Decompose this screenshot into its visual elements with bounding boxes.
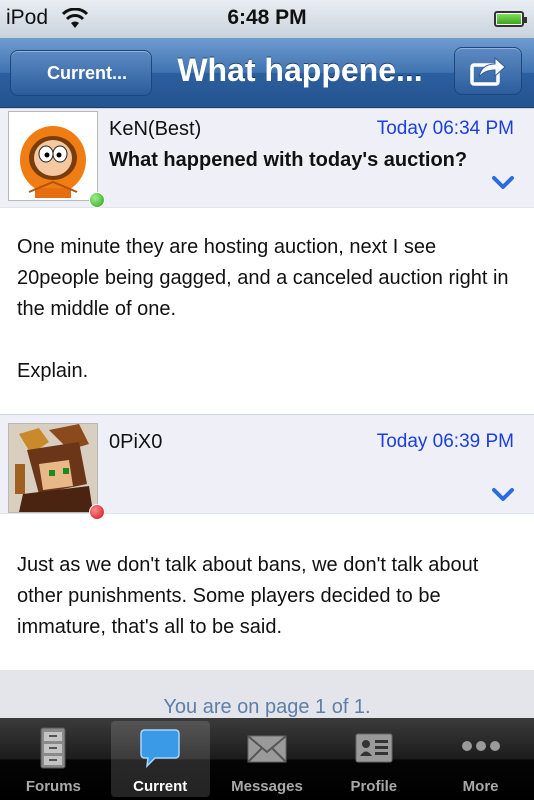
tab-label: Messages [231, 778, 303, 795]
tab-label: Profile [350, 778, 398, 795]
post-timestamp: Today 06:39 PM [376, 431, 514, 452]
tab-label: Current [133, 778, 188, 795]
post-author[interactable]: KeN(Best) [109, 118, 201, 141]
share-button[interactable] [454, 47, 522, 95]
cabinet-icon [40, 727, 66, 769]
back-button-label: Current... [46, 62, 127, 83]
pager: You are on page 1 of 1. [0, 670, 534, 725]
chat-bubble-icon [140, 729, 180, 769]
tab-messages[interactable]: Messages [214, 718, 321, 800]
offline-status-indicator [89, 504, 105, 520]
post-body: Just as we don't talk about bans, we don… [17, 550, 517, 674]
more-dots-icon [461, 741, 500, 751]
tab-label: Forums [25, 778, 81, 795]
pixel-character-avatar-image [9, 424, 97, 512]
envelope-icon [247, 735, 287, 763]
post-timestamp: Today 06:34 PM [376, 118, 514, 139]
navigation-bar: Current... What happene... [0, 38, 534, 108]
avatar[interactable] [8, 111, 105, 208]
post-paragraph: One minute they are hosting auction, nex… [17, 236, 509, 320]
post-header[interactable]: KeN(Best) Today 06:34 PM What happened w… [0, 108, 534, 208]
page-title: What happene... [177, 52, 423, 88]
tab-more[interactable]: More [427, 718, 534, 800]
status-bar: iPod 6:48 PM [0, 0, 534, 38]
tab-forums[interactable]: Forums [0, 718, 107, 800]
post-title: What happened with today's auction? [109, 149, 468, 171]
clock: 6:48 PM [227, 6, 307, 29]
kenny-avatar-image [20, 126, 86, 198]
chevron-down-icon[interactable] [492, 487, 514, 503]
chevron-down-icon[interactable] [492, 175, 514, 191]
post-author[interactable]: 0PiX0 [109, 431, 162, 454]
page-indicator: You are on page 1 of 1. [163, 696, 371, 718]
tab-profile[interactable]: Profile [320, 718, 427, 800]
post-body: One minute they are hosting auction, nex… [17, 232, 517, 418]
back-button[interactable]: Current... [10, 50, 152, 96]
tab-label: More [462, 778, 499, 795]
battery-icon [494, 11, 527, 27]
tab-current[interactable]: Current [107, 718, 214, 800]
post-header[interactable]: 0PiX0 Today 06:39 PM [0, 414, 534, 520]
post-paragraph: Just as we don't talk about bans, we don… [17, 554, 479, 638]
share-icon [470, 56, 506, 86]
tab-bar: Forums Current Messages Profile More [0, 718, 534, 800]
online-status-indicator [89, 192, 105, 208]
avatar[interactable] [8, 423, 105, 520]
post-paragraph: Explain. [17, 360, 89, 382]
profile-card-icon [355, 733, 393, 763]
